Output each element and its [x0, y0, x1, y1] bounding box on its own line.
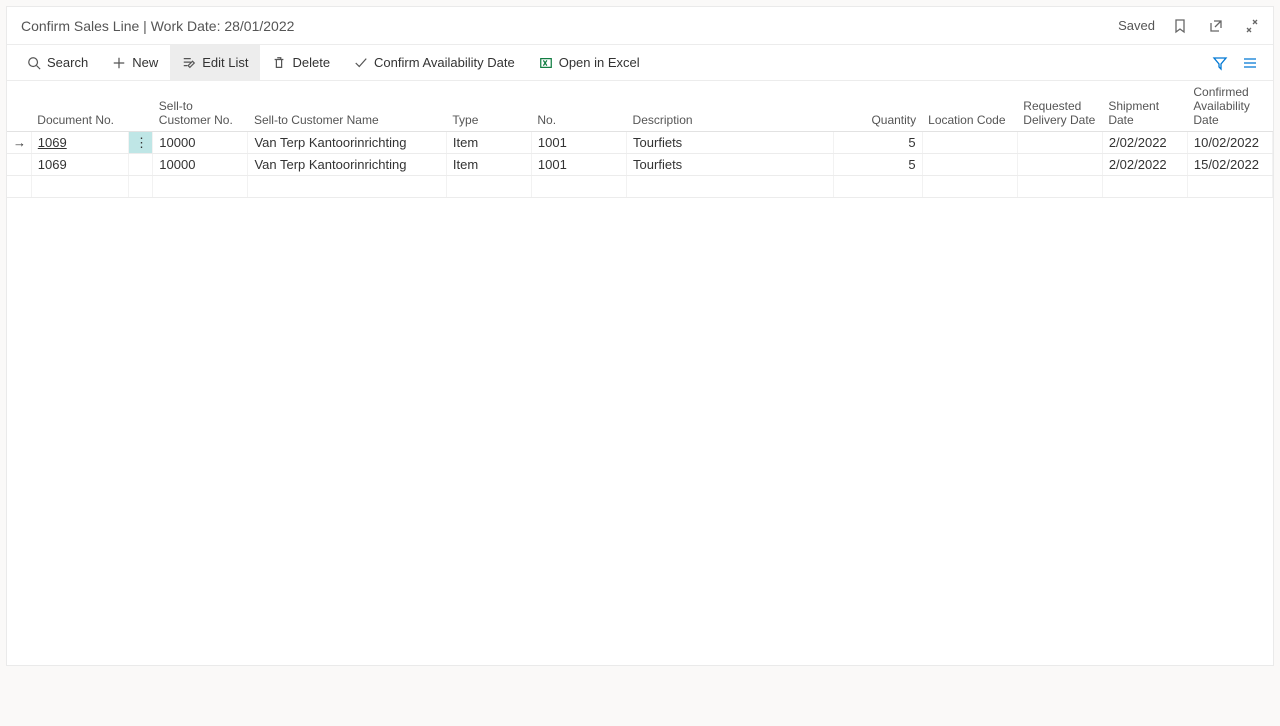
search-icon — [27, 56, 41, 70]
confirm-label: Confirm Availability Date — [374, 55, 515, 70]
cell-document-no[interactable]: 1069 — [31, 132, 128, 154]
document-link[interactable]: 1069 — [38, 135, 67, 150]
cell-document-no[interactable]: 1069 — [31, 154, 128, 176]
sales-line-grid: Document No. Sell-to Customer No. Sell-t… — [7, 81, 1273, 198]
collapse-icon — [1244, 18, 1260, 34]
search-label: Search — [47, 55, 88, 70]
row-selector-icon[interactable]: → — [7, 132, 31, 154]
toolbar: Search New Edit List Delete Confirm Avai… — [7, 45, 1273, 81]
check-icon — [354, 56, 368, 70]
trash-icon — [272, 56, 286, 70]
cell-confirmed-availability-date[interactable]: 15/02/2022 — [1187, 154, 1272, 176]
row-menu-button[interactable] — [128, 154, 152, 176]
grid-header: Document No. Sell-to Customer No. Sell-t… — [7, 81, 1273, 132]
col-menu-spacer — [128, 81, 152, 132]
toolbar-right — [1209, 52, 1265, 74]
col-no[interactable]: No. — [531, 81, 626, 132]
cell-no[interactable]: 1001 — [531, 154, 626, 176]
table-row[interactable]: 1069 10000 Van Terp Kantoorinrichting It… — [7, 154, 1273, 176]
cell-no[interactable]: 1001 — [531, 132, 626, 154]
col-document-no[interactable]: Document No. — [31, 81, 128, 132]
edit-list-icon — [182, 56, 196, 70]
cell-type[interactable]: Item — [446, 132, 531, 154]
plus-icon — [112, 56, 126, 70]
cell-quantity[interactable]: 5 — [833, 154, 922, 176]
edit-list-label: Edit List — [202, 55, 248, 70]
cell-location-code[interactable] — [922, 132, 1017, 154]
delete-label: Delete — [292, 55, 330, 70]
cell-requested-delivery-date[interactable] — [1017, 132, 1102, 154]
bookmark-button[interactable] — [1169, 15, 1191, 37]
row-menu-button[interactable]: ⋮ — [128, 132, 152, 154]
saved-label: Saved — [1118, 18, 1155, 33]
filter-icon — [1212, 55, 1228, 71]
col-location-code[interactable]: Location Code — [922, 81, 1017, 132]
cell-description[interactable]: Tourfiets — [627, 154, 834, 176]
col-shipment-date[interactable]: Shipment Date — [1102, 81, 1187, 132]
pop-out-icon — [1208, 18, 1224, 34]
cell-sell-to-customer-no[interactable]: 10000 — [153, 154, 248, 176]
edit-list-button[interactable]: Edit List — [170, 45, 260, 81]
cell-description[interactable]: Tourfiets — [627, 132, 834, 154]
cell-confirmed-availability-date[interactable]: 10/02/2022 — [1187, 132, 1272, 154]
row-selector-icon[interactable] — [7, 154, 31, 176]
open-excel-label: Open in Excel — [559, 55, 640, 70]
filter-button[interactable] — [1209, 52, 1231, 74]
col-confirmed-availability-date[interactable]: Confirmed Availability Date — [1187, 81, 1272, 132]
open-excel-button[interactable]: Open in Excel — [527, 45, 652, 81]
collapse-button[interactable] — [1241, 15, 1263, 37]
page-title: Confirm Sales Line | Work Date: 28/01/20… — [21, 18, 294, 34]
table-row[interactable] — [7, 176, 1273, 198]
col-type[interactable]: Type — [446, 81, 531, 132]
list-icon — [1242, 55, 1258, 71]
confirm-availability-button[interactable]: Confirm Availability Date — [342, 45, 527, 81]
excel-icon — [539, 56, 553, 70]
col-sell-to-customer-no[interactable]: Sell-to Customer No. — [153, 81, 248, 132]
title-actions: Saved — [1113, 15, 1263, 37]
search-button[interactable]: Search — [15, 45, 100, 81]
list-view-button[interactable] — [1239, 52, 1261, 74]
grid-body: → 1069 ⋮ 10000 Van Terp Kantoorinrichtin… — [7, 132, 1273, 198]
col-sell-to-customer-name[interactable]: Sell-to Customer Name — [248, 81, 446, 132]
new-label: New — [132, 55, 158, 70]
page-card: Confirm Sales Line | Work Date: 28/01/20… — [6, 6, 1274, 666]
bookmark-icon — [1172, 18, 1188, 34]
cell-sell-to-customer-no[interactable]: 10000 — [153, 132, 248, 154]
cell-location-code[interactable] — [922, 154, 1017, 176]
cell-quantity[interactable]: 5 — [833, 132, 922, 154]
toolbar-left: Search New Edit List Delete Confirm Avai… — [15, 45, 652, 81]
col-quantity[interactable]: Quantity — [833, 81, 922, 132]
cell-shipment-date[interactable]: 2/02/2022 — [1102, 154, 1187, 176]
delete-button[interactable]: Delete — [260, 45, 342, 81]
cell-shipment-date[interactable]: 2/02/2022 — [1102, 132, 1187, 154]
new-button[interactable]: New — [100, 45, 170, 81]
cell-sell-to-customer-name[interactable]: Van Terp Kantoorinrichting — [248, 132, 446, 154]
title-bar: Confirm Sales Line | Work Date: 28/01/20… — [7, 7, 1273, 45]
cell-type[interactable]: Item — [446, 154, 531, 176]
pop-out-button[interactable] — [1205, 15, 1227, 37]
col-description[interactable]: Description — [627, 81, 834, 132]
col-requested-delivery-date[interactable]: Requested Delivery Date — [1017, 81, 1102, 132]
saved-indicator: Saved — [1113, 18, 1155, 33]
table-row[interactable]: → 1069 ⋮ 10000 Van Terp Kantoorinrichtin… — [7, 132, 1273, 154]
col-selector — [7, 81, 31, 132]
cell-requested-delivery-date[interactable] — [1017, 154, 1102, 176]
cell-sell-to-customer-name[interactable]: Van Terp Kantoorinrichting — [248, 154, 446, 176]
